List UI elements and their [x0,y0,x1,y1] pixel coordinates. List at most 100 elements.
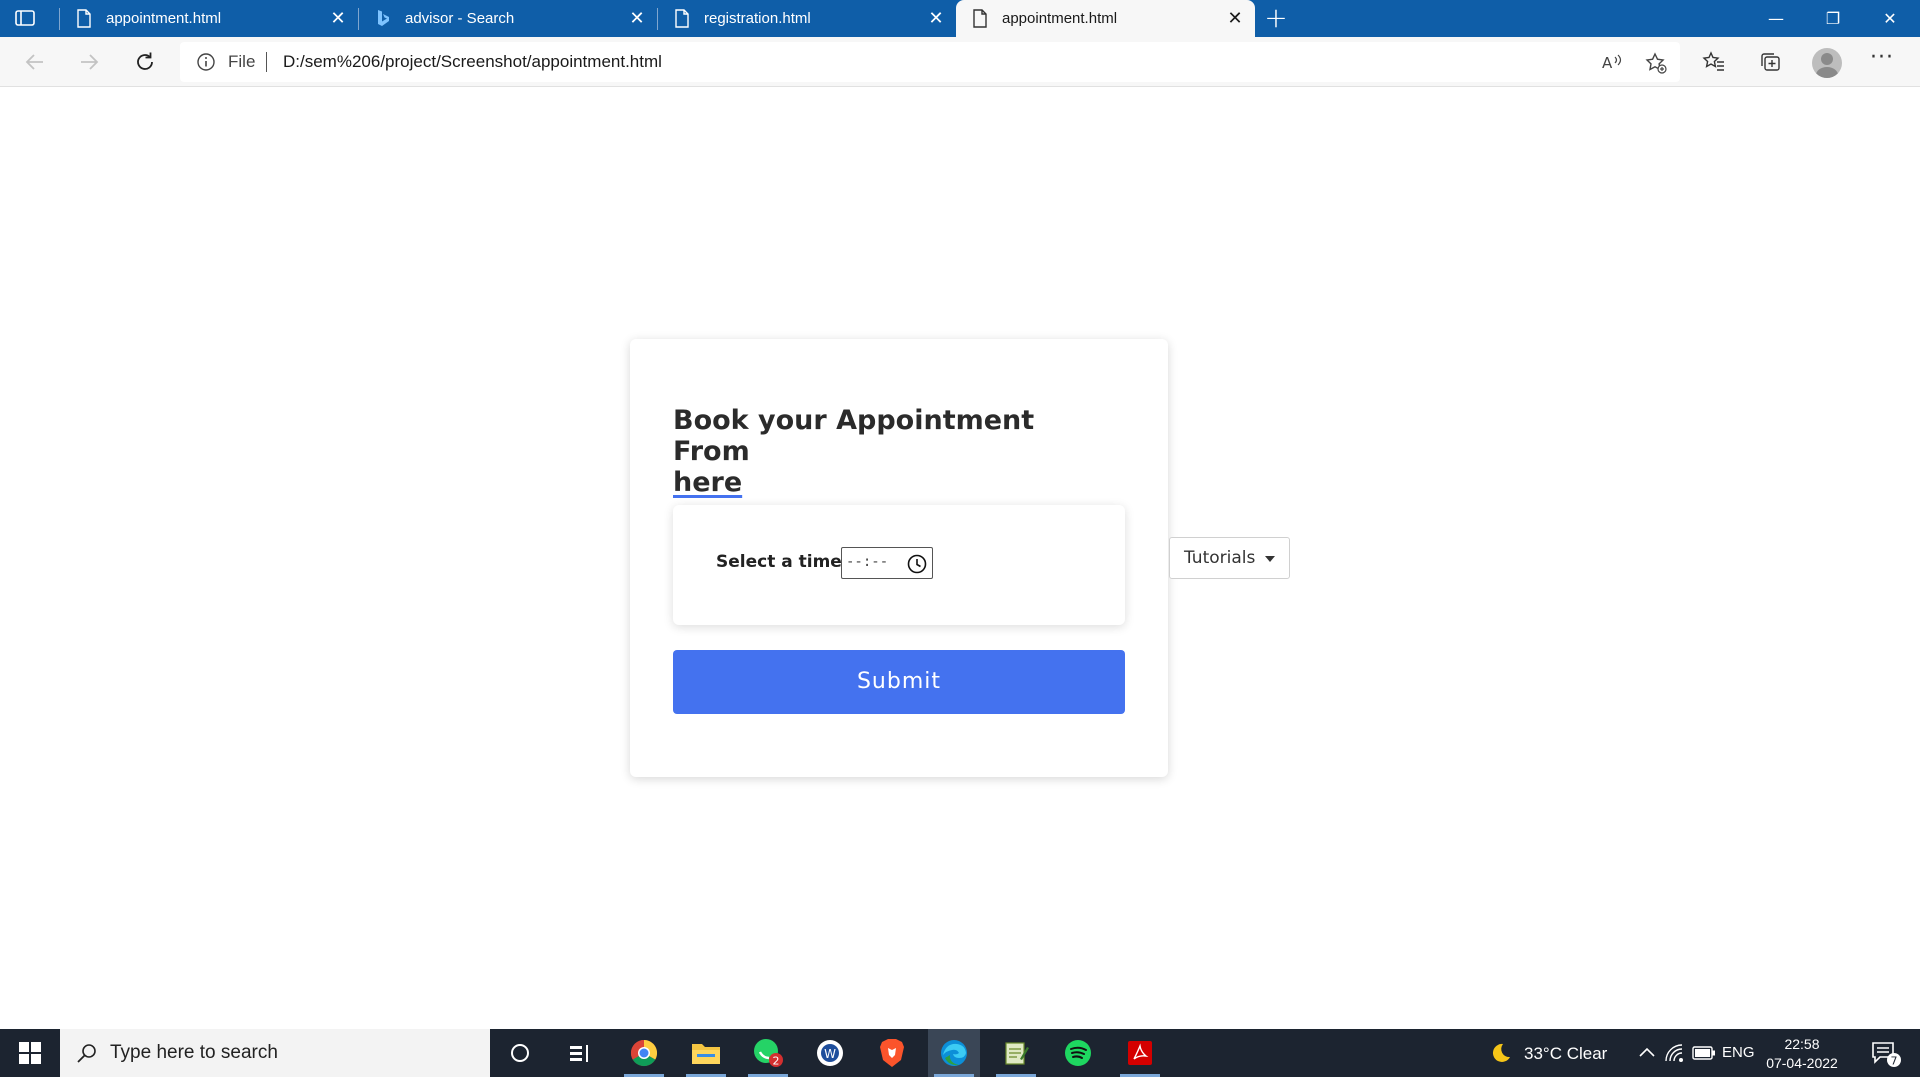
taskbar-edge[interactable] [928,1029,980,1077]
cortana-button[interactable] [494,1029,546,1077]
more-menu-icon[interactable]: ··· [1870,45,1894,70]
taskbar-clock[interactable]: 22:58 07-04-2022 [1764,1035,1840,1073]
whatsapp-icon: 2 [754,1039,783,1068]
time-input[interactable]: --:-- [841,547,933,579]
refresh-button[interactable] [130,47,160,77]
close-window-button[interactable]: ✕ [1862,0,1918,37]
address-bar[interactable]: File D:/sem%206/project/Screenshot/appoi… [180,42,1680,82]
time-input-value: --:-- [846,554,889,570]
taskbar-acrobat[interactable] [1114,1029,1166,1077]
time-label: Select a time: [716,552,849,572]
task-view-button[interactable] [554,1029,606,1077]
favorites-button[interactable] [1701,49,1727,75]
profile-avatar[interactable] [1812,48,1842,78]
tab-title: appointment.html [106,10,222,27]
tab-registration[interactable]: registration.html ✕ [658,0,956,37]
page-icon [973,9,987,28]
chevron-up-icon [1639,1047,1655,1057]
folder-icon [692,1044,720,1064]
tab-title: advisor - Search [405,10,515,27]
tab-appointment-active[interactable]: appointment.html ✕ [956,0,1255,37]
show-hidden-icons[interactable] [1636,1029,1658,1077]
task-view-icon [570,1045,588,1062]
taskbar-search[interactable]: Type here to search [60,1029,490,1077]
windows-taskbar: Type here to search 2 W 33°C Clear ENG 2… [0,1029,1920,1077]
page-icon [675,9,689,28]
whatsapp-badge: 2 [773,1055,780,1068]
battery-icon [1692,1046,1715,1060]
tab-strip: appointment.html ✕ advisor - Search ✕ re… [0,0,1920,37]
notification-center[interactable]: 7 [1860,1029,1910,1077]
info-icon[interactable] [196,52,216,72]
add-favorite-icon[interactable] [1644,51,1668,75]
clock-date: 07-04-2022 [1766,1055,1838,1071]
page-viewport: Book your Appointment From here Select a… [0,87,1920,1029]
back-arrow-icon [25,54,43,70]
taskbar-app-w[interactable]: W [804,1029,856,1077]
svg-text:W: W [824,1047,836,1061]
tab-advisor-search[interactable]: advisor - Search ✕ [359,0,657,37]
taskbar-file-explorer[interactable] [680,1029,732,1077]
refresh-icon [137,52,153,70]
clock-time: 22:58 [1784,1036,1820,1052]
forward-button[interactable] [74,47,104,77]
close-tab-icon[interactable]: ✕ [328,8,348,28]
tab-title: appointment.html [1002,10,1118,27]
taskbar-brave[interactable] [866,1029,918,1077]
dropdown-label: Tutorials [1184,548,1256,568]
taskbar-whatsapp[interactable]: 2 [742,1029,794,1077]
close-tab-icon[interactable]: ✕ [627,8,647,28]
taskbar-chrome[interactable] [618,1029,670,1077]
back-button[interactable] [20,47,50,77]
read-aloud-icon[interactable]: A [1600,51,1624,75]
language-text: ENG [1722,1044,1755,1061]
submit-button[interactable]: Submit [673,650,1125,714]
edge-icon [941,1040,967,1066]
language-indicator[interactable]: ENG [1722,1029,1762,1077]
restore-button[interactable]: ❐ [1805,0,1861,37]
acrobat-icon [1128,1041,1152,1065]
weather-text: 33°C Clear [1524,1044,1608,1063]
page-icon [77,9,91,28]
close-tab-icon[interactable]: ✕ [926,8,946,28]
collections-button[interactable] [1757,49,1783,75]
tutorials-dropdown[interactable]: Tutorials [1169,537,1290,579]
chrome-icon [630,1039,658,1067]
bing-icon [378,10,389,26]
search-icon [77,1044,96,1063]
appointment-card: Book your Appointment From here Select a… [630,339,1168,777]
cortana-icon [511,1044,529,1062]
title-line-1: Book your Appointment From [673,405,1035,467]
start-button[interactable] [0,1029,60,1077]
taskbar-spotify[interactable] [1052,1029,1104,1077]
caret-down-icon [1265,556,1275,562]
tab-title: registration.html [704,10,811,27]
battery-indicator[interactable] [1692,1029,1716,1077]
new-tab-button[interactable]: + [1262,4,1290,33]
minimize-button[interactable]: — [1748,0,1804,37]
taskbar-notepad[interactable] [990,1029,1042,1077]
notification-badge: 7 [1891,1055,1898,1068]
moon-icon [1492,1043,1510,1062]
weather-widget[interactable]: 33°C Clear [1484,1029,1634,1077]
browser-toolbar: File D:/sem%206/project/Screenshot/appoi… [0,37,1920,87]
collections-icon [1761,53,1780,71]
scheme-label: File [228,52,256,71]
close-tab-icon[interactable]: ✕ [1225,8,1245,28]
brave-icon [880,1039,904,1067]
title-line-2: here [673,467,743,498]
windows-logo-icon [19,1042,41,1064]
clock-icon[interactable] [906,553,928,575]
tab-appointment-1[interactable]: appointment.html ✕ [60,0,358,37]
notification-icon: 7 [1872,1042,1901,1068]
address-divider [266,52,267,72]
notepad-icon [1005,1042,1029,1065]
tab-actions-icon[interactable] [14,8,36,28]
page-title: Book your Appointment From here [673,405,1113,498]
spotify-icon [1065,1040,1091,1066]
network-indicator[interactable] [1664,1029,1686,1077]
time-select-panel: Select a time: --:-- [673,505,1125,625]
w-app-icon: W [817,1040,843,1066]
favorites-icon [1702,51,1724,71]
url-text[interactable]: D:/sem%206/project/Screenshot/appointmen… [283,52,662,72]
